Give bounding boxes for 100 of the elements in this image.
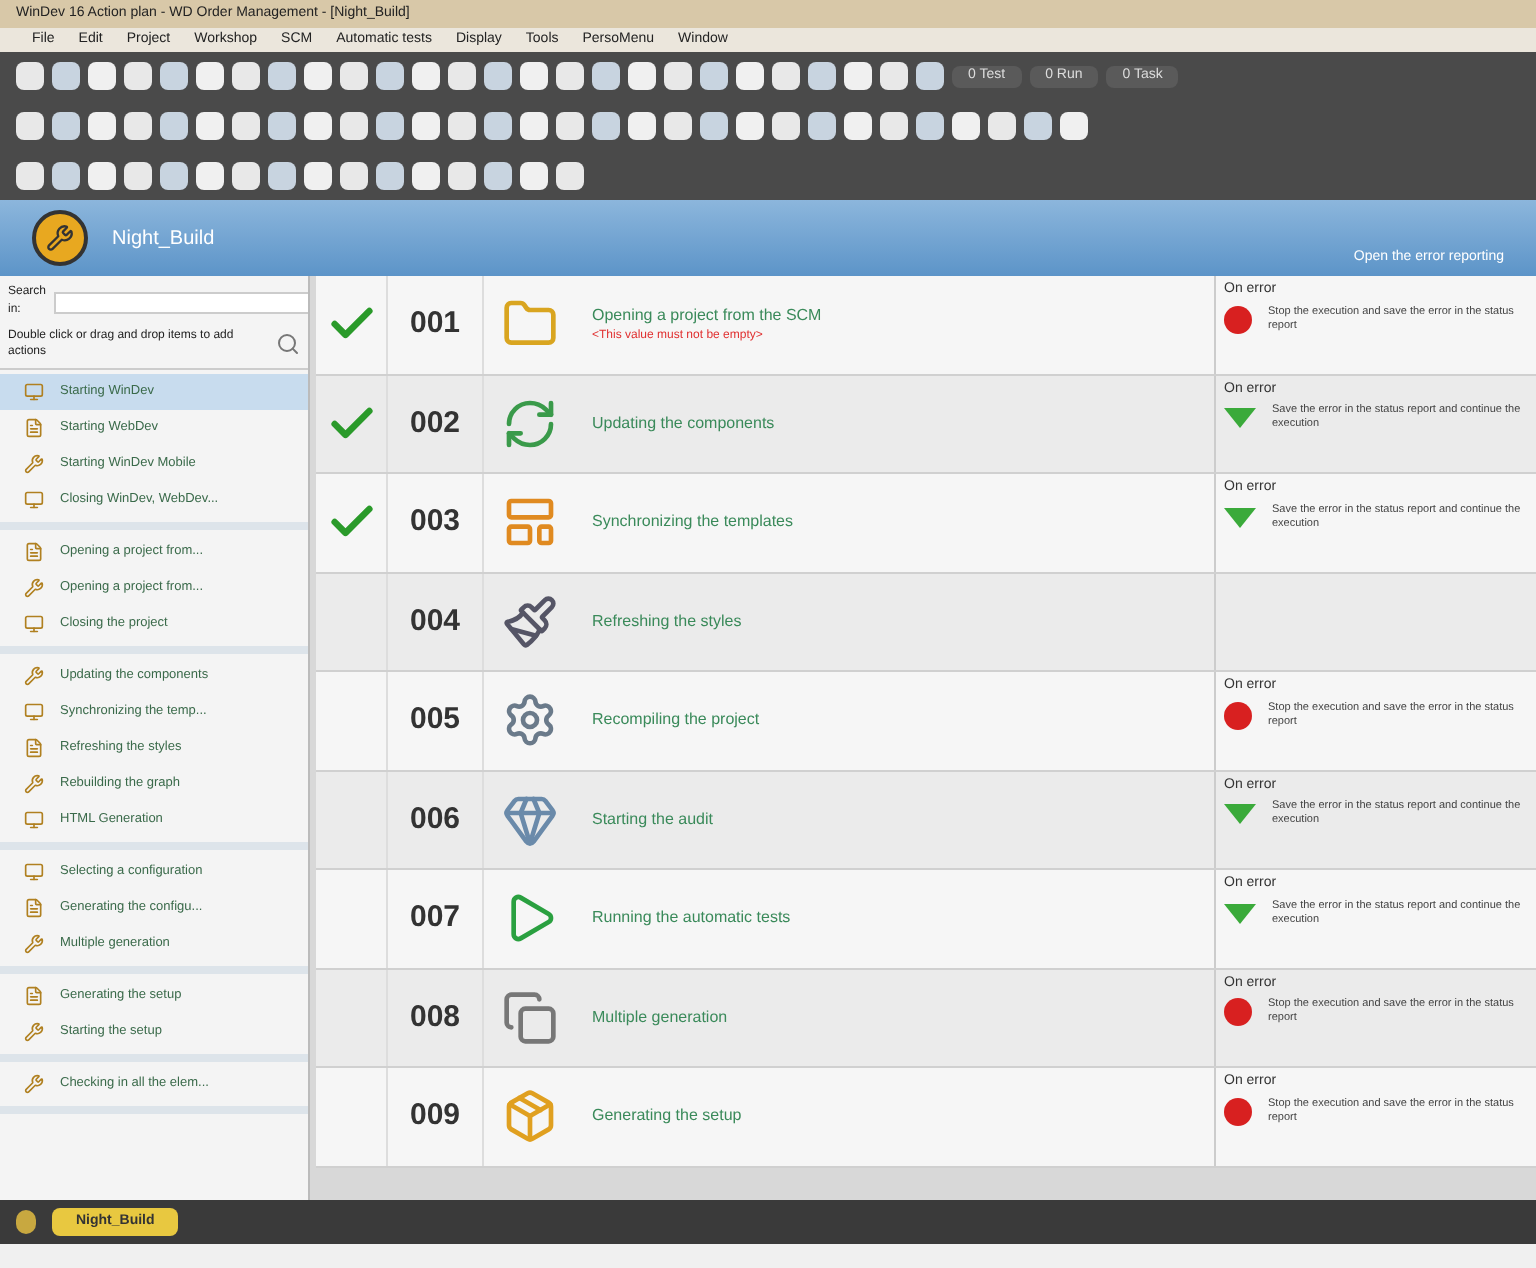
toolbar-icon[interactable] xyxy=(340,161,368,190)
toolbar-icon[interactable] xyxy=(376,111,404,140)
step-number: 009 xyxy=(409,1096,461,1136)
action-title: Generating the setup xyxy=(592,1104,744,1129)
toolbar-icon[interactable] xyxy=(160,161,188,190)
toolbar-icon[interactable] xyxy=(160,111,188,140)
toolbar-icon[interactable] xyxy=(412,62,440,91)
toolbar-icon[interactable] xyxy=(880,111,908,140)
toolbar-icon[interactable] xyxy=(484,62,512,91)
toolbar-icon[interactable] xyxy=(268,161,296,190)
toolbar-icon[interactable] xyxy=(880,62,908,91)
toolbar-icon[interactable] xyxy=(1024,111,1052,140)
toolbar-icon[interactable] xyxy=(124,111,152,140)
toolbar-icon[interactable] xyxy=(556,161,584,190)
toolbar-icon[interactable] xyxy=(196,62,224,91)
toolbar-icon[interactable] xyxy=(304,62,332,91)
step-number: 007 xyxy=(409,898,461,938)
toolbar-icon[interactable] xyxy=(700,111,728,140)
toolbar-icon[interactable] xyxy=(664,62,692,91)
step-number: 001 xyxy=(409,304,461,344)
toolbar-icon[interactable] xyxy=(736,62,764,91)
toolbar-icon[interactable] xyxy=(700,62,728,91)
toolbar-icon[interactable] xyxy=(592,111,620,140)
toolbar-icon[interactable] xyxy=(340,111,368,140)
action-icon xyxy=(24,614,44,634)
toolbar-icon[interactable] xyxy=(124,62,152,91)
toolbar-icon[interactable] xyxy=(88,62,116,91)
action-icon xyxy=(24,1074,44,1094)
toolbar-icon[interactable] xyxy=(520,62,548,91)
toolbar-icon[interactable] xyxy=(556,62,584,91)
toolbar-icon[interactable] xyxy=(16,62,44,91)
toolbar-icon[interactable] xyxy=(16,161,44,190)
toolbar-icon[interactable] xyxy=(664,111,692,140)
step-number: 002 xyxy=(409,403,461,443)
toolbar-icon[interactable] xyxy=(52,111,80,140)
toolbar-icon[interactable] xyxy=(808,111,836,140)
toolbar-icon[interactable] xyxy=(304,111,332,140)
action-title: Synchronizing the templates xyxy=(592,510,795,535)
toolbar-icon[interactable] xyxy=(844,111,872,140)
template-icon xyxy=(502,494,558,551)
toolbar-icon[interactable] xyxy=(52,161,80,190)
toolbar-icon[interactable] xyxy=(772,62,800,91)
paintbrush-icon xyxy=(502,593,558,650)
copy-icon xyxy=(502,989,558,1046)
toolbar-icon[interactable] xyxy=(448,111,476,140)
toolbar-icon[interactable] xyxy=(844,62,872,91)
toolbar-icon[interactable] xyxy=(808,62,836,91)
toolbar-icon[interactable] xyxy=(16,111,44,140)
toolbar-icon[interactable] xyxy=(916,62,944,91)
toolbar-icon[interactable] xyxy=(484,161,512,190)
action-title: Recompiling the project xyxy=(592,708,762,733)
toolbar-icon[interactable] xyxy=(988,111,1016,140)
toolbar-icon[interactable] xyxy=(628,111,656,140)
toolbar-icon[interactable] xyxy=(448,161,476,190)
toolbar-icon[interactable] xyxy=(1060,111,1088,140)
toolbar-icon[interactable] xyxy=(88,161,116,190)
action-icon xyxy=(24,666,44,686)
toolbar-icon[interactable] xyxy=(520,161,548,190)
action-title: Refreshing the styles xyxy=(592,609,744,634)
toolbar-icon[interactable] xyxy=(448,62,476,91)
toolbar-icon[interactable] xyxy=(304,161,332,190)
toolbar-icon[interactable] xyxy=(160,62,188,91)
toolbar-icon[interactable] xyxy=(376,62,404,91)
toolbar-icon[interactable] xyxy=(268,111,296,140)
action-icon xyxy=(24,1022,44,1042)
action-title: Starting the audit xyxy=(592,807,715,832)
action-icon xyxy=(24,810,44,830)
toolbar-icon[interactable] xyxy=(412,111,440,140)
toolbar-icon[interactable] xyxy=(232,62,260,91)
action-icon xyxy=(24,738,44,758)
package-icon xyxy=(502,1088,558,1145)
toolbar-icon[interactable] xyxy=(772,111,800,140)
step-number: 006 xyxy=(409,799,461,839)
toolbar-icon[interactable] xyxy=(592,62,620,91)
gear-icon xyxy=(502,692,558,749)
toolbar-icon[interactable] xyxy=(412,161,440,190)
toolbar-icon[interactable] xyxy=(952,111,980,140)
toolbar-icon[interactable] xyxy=(268,62,296,91)
toolbar-icon[interactable] xyxy=(376,161,404,190)
toolbar-icon[interactable] xyxy=(52,62,80,91)
toolbar-icon[interactable] xyxy=(484,111,512,140)
toolbar-icon[interactable] xyxy=(916,111,944,140)
action-icon xyxy=(24,542,44,562)
toolbar-icon[interactable] xyxy=(736,111,764,140)
gem-icon xyxy=(502,791,558,848)
toolbar-icon[interactable] xyxy=(196,111,224,140)
toolbar-icon[interactable] xyxy=(628,62,656,91)
toolbar-icon[interactable] xyxy=(340,62,368,91)
toolbar-icon[interactable] xyxy=(232,161,260,190)
action-icon xyxy=(24,898,44,918)
toolbar-icon[interactable] xyxy=(232,111,260,140)
action-icon xyxy=(24,862,44,882)
step-number: 004 xyxy=(409,601,461,641)
action-title: Multiple generation xyxy=(592,1005,730,1030)
toolbar-icon[interactable] xyxy=(88,111,116,140)
toolbar-icon[interactable] xyxy=(520,111,548,140)
toolbar-icon[interactable] xyxy=(556,111,584,140)
toolbar-icon[interactable] xyxy=(196,161,224,190)
action-row[interactable]: 004 Refreshing the styles xyxy=(316,573,1536,672)
toolbar-icon[interactable] xyxy=(124,161,152,190)
